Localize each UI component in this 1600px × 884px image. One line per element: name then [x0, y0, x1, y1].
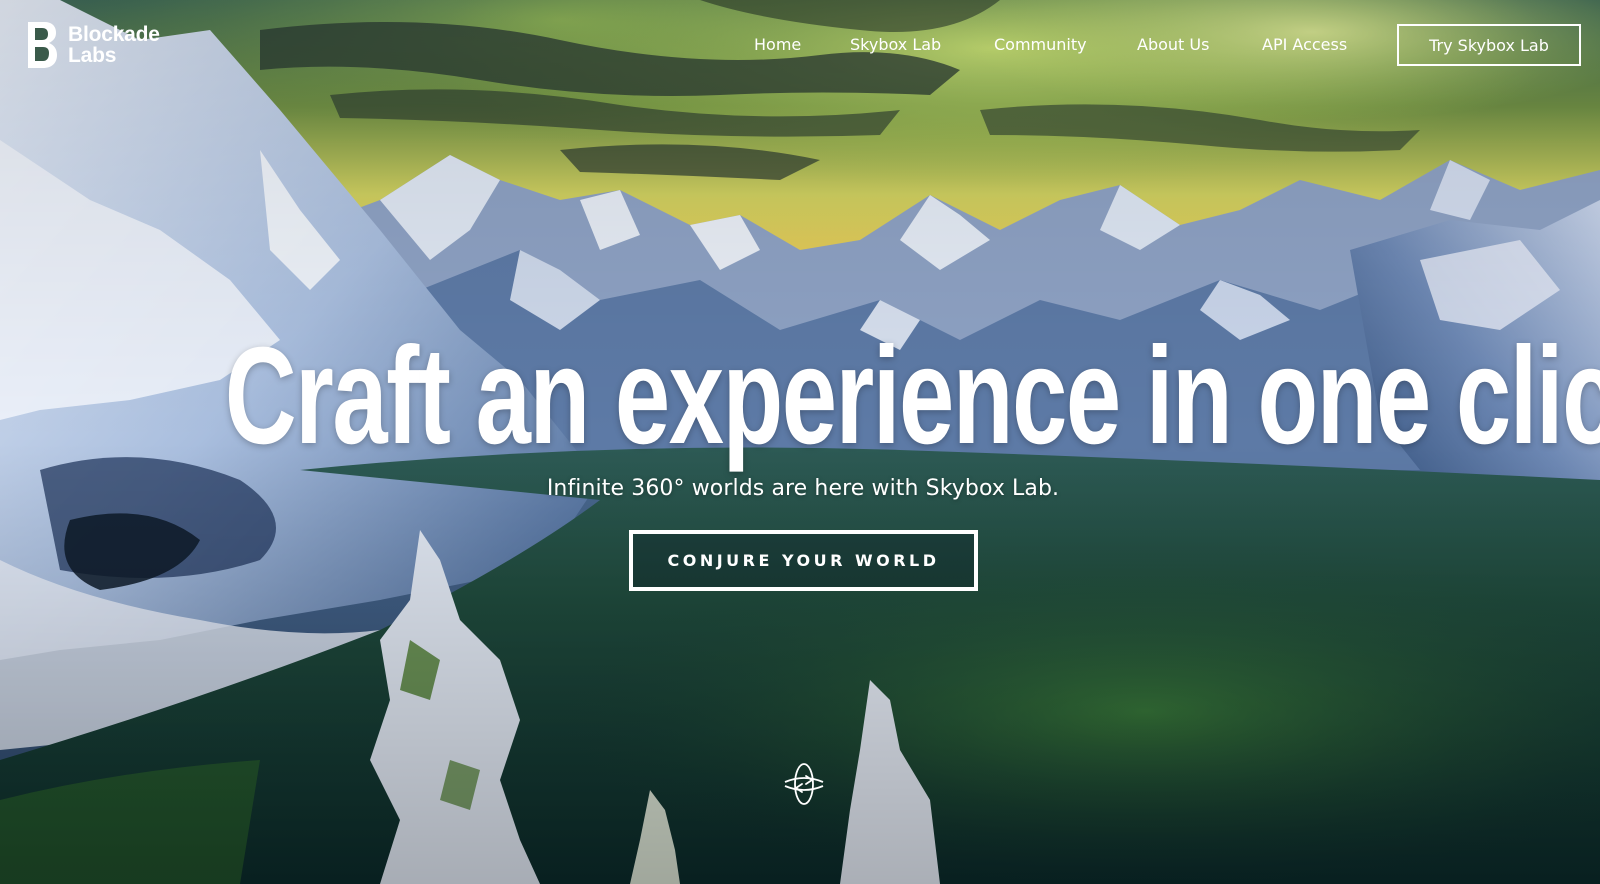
- nav-item-api-access[interactable]: API Access: [1262, 34, 1347, 56]
- 360-orbit-icon[interactable]: [782, 762, 826, 806]
- try-skybox-lab-button[interactable]: Try Skybox Lab: [1397, 24, 1581, 66]
- nav-item-skybox-lab[interactable]: Skybox Lab: [850, 34, 941, 56]
- hero-headline: Craft an experience in one click: [224, 319, 1600, 473]
- nav-item-about-us[interactable]: About Us: [1137, 34, 1209, 56]
- nav-item-community[interactable]: Community: [994, 34, 1087, 56]
- hero-subheadline: Infinite 360° worlds are here with Skybo…: [546, 476, 1060, 501]
- hero-section: Blockade Labs Home Skybox Lab Community …: [0, 0, 1600, 884]
- conjure-your-world-button[interactable]: CONJURE YOUR WORLD: [629, 530, 978, 591]
- nav-item-home[interactable]: Home: [754, 34, 801, 56]
- site-header: Blockade Labs Home Skybox Lab Community …: [0, 0, 1600, 92]
- main-nav: Home Skybox Lab Community About Us API A…: [0, 34, 1600, 56]
